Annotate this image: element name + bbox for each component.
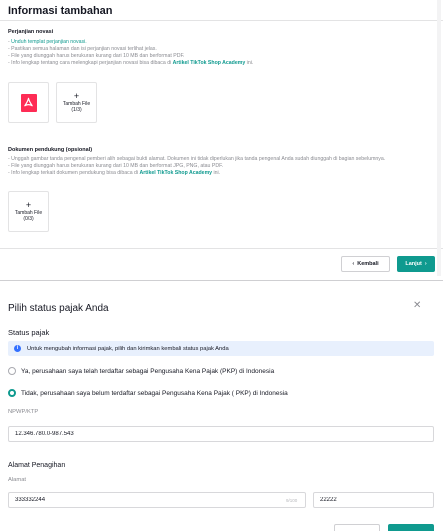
instruction-text: Unggah gambar tanda pengenal pemberi ali… bbox=[11, 156, 386, 162]
acrobat-glyph bbox=[24, 97, 33, 107]
file-count: (1/3) bbox=[71, 107, 82, 113]
chevron-right-icon: › bbox=[424, 261, 427, 267]
next-label: Lanjut bbox=[405, 261, 422, 267]
radio-button[interactable] bbox=[8, 367, 16, 375]
modal-submit-button[interactable] bbox=[388, 524, 434, 531]
instruction-text: Pastikan semua halaman dan isi perjanjia… bbox=[11, 46, 157, 52]
instruction-row: - Info lengkap tentang cara melengkapi p… bbox=[8, 60, 254, 66]
instruction-text: Info lengkap tentang cara melengkapi per… bbox=[11, 60, 173, 66]
academy-article-link[interactable]: Artikel TikTok Shop Academy bbox=[140, 170, 213, 176]
plus-icon: + bbox=[73, 90, 80, 101]
tax-status-modal: Pilih status pajak Anda ✕ Status pajak i… bbox=[0, 280, 443, 531]
instruction-row: - Pastikan semua halaman dan isi perjanj… bbox=[8, 46, 157, 52]
instruction-row: - File yang diunggah harus berukuran kur… bbox=[8, 53, 185, 59]
section-title: Informasi tambahan bbox=[8, 5, 113, 17]
novasi-instructions: - Unduh templat perjanjian novasi. - Pas… bbox=[8, 39, 433, 67]
address-input[interactable] bbox=[8, 492, 306, 508]
info-text: Untuk mengubah informasi pajak, pilih da… bbox=[27, 345, 229, 352]
back-label: Kembali bbox=[357, 261, 379, 267]
file-count: (0/3) bbox=[23, 216, 34, 222]
footer-divider bbox=[0, 248, 443, 249]
instruction-text: ini. bbox=[245, 60, 254, 66]
radio-option-pkp-yes[interactable]: Ya, perusahaan saya telah terdaftar seba… bbox=[8, 367, 274, 375]
instruction-row: - Unggah gambar tanda pengenal pemberi a… bbox=[8, 156, 386, 162]
modal-title: Pilih status pajak Anda bbox=[8, 303, 109, 314]
billing-address-title: Alamat Penagihan bbox=[8, 462, 66, 469]
instruction-row: - File yang diunggah harus berukuran kur… bbox=[8, 163, 224, 169]
instruction-text: ini. bbox=[212, 170, 221, 176]
divider bbox=[0, 20, 443, 21]
tax-status-label: Status pajak bbox=[8, 328, 50, 337]
npwp-label: NPWP/KTP bbox=[8, 409, 39, 415]
postal-code-input[interactable] bbox=[313, 492, 434, 508]
uploaded-pdf-thumbnail[interactable] bbox=[8, 82, 49, 123]
modal-cancel-button[interactable] bbox=[334, 524, 380, 531]
pendukung-instructions: - Unggah gambar tanda pengenal pemberi a… bbox=[8, 156, 433, 177]
instruction-text: File yang diunggah harus berukuran kuran… bbox=[11, 163, 224, 169]
pdf-file-icon bbox=[20, 93, 37, 112]
plus-icon: + bbox=[25, 199, 32, 210]
add-file-button-novasi[interactable]: + Tambah File (1/3) bbox=[56, 82, 97, 123]
radio-button-checked[interactable] bbox=[8, 389, 16, 397]
radio-label: Ya, perusahaan saya telah terdaftar seba… bbox=[21, 367, 275, 375]
address-label: Alamat bbox=[8, 477, 27, 483]
instruction-row: - Info lengkap terkait dokumen pendukung… bbox=[8, 170, 221, 176]
scrollbar[interactable] bbox=[437, 0, 441, 276]
chevron-left-icon: ‹ bbox=[352, 261, 355, 267]
pendukung-heading: Dokumen pendukung (opsional) bbox=[8, 147, 93, 153]
radio-option-pkp-no[interactable]: Tidak, perusahaan saya belum terdaftar s… bbox=[8, 389, 288, 397]
info-icon: i bbox=[14, 345, 21, 352]
instruction-text: File yang diunggah harus berukuran kuran… bbox=[11, 53, 185, 59]
close-icon[interactable]: ✕ bbox=[413, 300, 421, 311]
character-counter: 9/100 bbox=[286, 498, 298, 503]
npwp-input[interactable] bbox=[8, 426, 434, 442]
add-file-button-pendukung[interactable]: + Tambah File (0/3) bbox=[8, 191, 49, 232]
back-button[interactable]: ‹ Kembali bbox=[341, 256, 390, 272]
instruction-text: Info lengkap terkait dokumen pendukung b… bbox=[11, 170, 140, 176]
academy-article-link[interactable]: Artikel TikTok Shop Academy bbox=[173, 60, 246, 66]
download-template-link[interactable]: Unduh templat perjanjian novasi. bbox=[11, 39, 87, 45]
instruction-row: - Unduh templat perjanjian novasi. bbox=[8, 39, 87, 45]
info-banner: i Untuk mengubah informasi pajak, pilih … bbox=[8, 341, 434, 356]
next-button[interactable]: Lanjut › bbox=[397, 256, 435, 272]
novasi-heading: Perjanjian novasi bbox=[8, 29, 54, 35]
radio-label: Tidak, perusahaan saya belum terdaftar s… bbox=[21, 389, 288, 397]
background-page: Informasi tambahan Perjanjian novasi - U… bbox=[0, 0, 443, 276]
